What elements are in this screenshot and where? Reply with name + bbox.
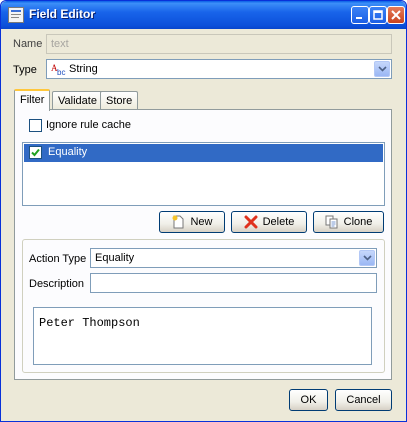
- copy-icon: [325, 215, 338, 229]
- delete-icon: [244, 215, 258, 229]
- rule-list[interactable]: Equality: [22, 142, 385, 206]
- field-editor-window: Field Editor Name text Type A bc String …: [0, 0, 407, 422]
- action-type-label: Action Type: [29, 253, 87, 265]
- type-value: String: [69, 63, 98, 75]
- checkmark-icon: [31, 148, 40, 157]
- type-label: Type: [13, 64, 37, 76]
- svg-text:bc: bc: [57, 68, 65, 76]
- new-button[interactable]: New: [159, 211, 225, 233]
- chevron-down-icon[interactable]: [359, 250, 375, 266]
- tab-store[interactable]: Store: [100, 91, 139, 111]
- chevron-down-icon[interactable]: [374, 61, 390, 77]
- ignore-cache-checkbox[interactable]: [29, 119, 42, 132]
- name-field[interactable]: text: [46, 34, 392, 54]
- delete-label: Delete: [262, 216, 295, 228]
- rule-text-area[interactable]: Peter Thompson: [33, 307, 372, 365]
- close-button[interactable]: [387, 6, 405, 24]
- rule-checkbox[interactable]: [29, 146, 42, 159]
- cancel-label: Cancel: [346, 394, 381, 406]
- delete-button[interactable]: Delete: [231, 211, 307, 233]
- ok-button[interactable]: OK: [289, 389, 328, 411]
- ignore-cache-label: Ignore rule cache: [46, 119, 131, 131]
- new-document-icon: [172, 215, 184, 229]
- string-type-icon: A bc: [51, 62, 67, 79]
- close-icon: [391, 10, 401, 20]
- minimize-button[interactable]: [351, 6, 369, 24]
- new-label: New: [190, 216, 213, 228]
- clone-button[interactable]: Clone: [313, 211, 384, 233]
- description-label: Description: [29, 278, 85, 290]
- name-label: Name: [13, 38, 43, 50]
- type-select[interactable]: A bc String: [46, 59, 392, 79]
- tab-filter[interactable]: Filter: [14, 89, 51, 111]
- title-bar[interactable]: Field Editor: [1, 1, 406, 29]
- cancel-button[interactable]: Cancel: [335, 389, 392, 411]
- rule-label: Equality: [48, 146, 88, 158]
- clone-label: Clone: [343, 216, 373, 228]
- tab-validate[interactable]: Validate: [52, 91, 103, 111]
- window-title: Field Editor: [29, 7, 95, 21]
- list-item[interactable]: Equality: [24, 144, 383, 162]
- action-type-value: Equality: [95, 252, 135, 264]
- ok-label: OK: [300, 394, 317, 406]
- description-field[interactable]: [90, 273, 377, 293]
- minimize-icon: [356, 17, 362, 19]
- action-type-select[interactable]: Equality: [90, 248, 377, 268]
- maximize-button[interactable]: [369, 6, 387, 24]
- app-icon: [8, 7, 24, 23]
- maximize-icon: [373, 10, 383, 20]
